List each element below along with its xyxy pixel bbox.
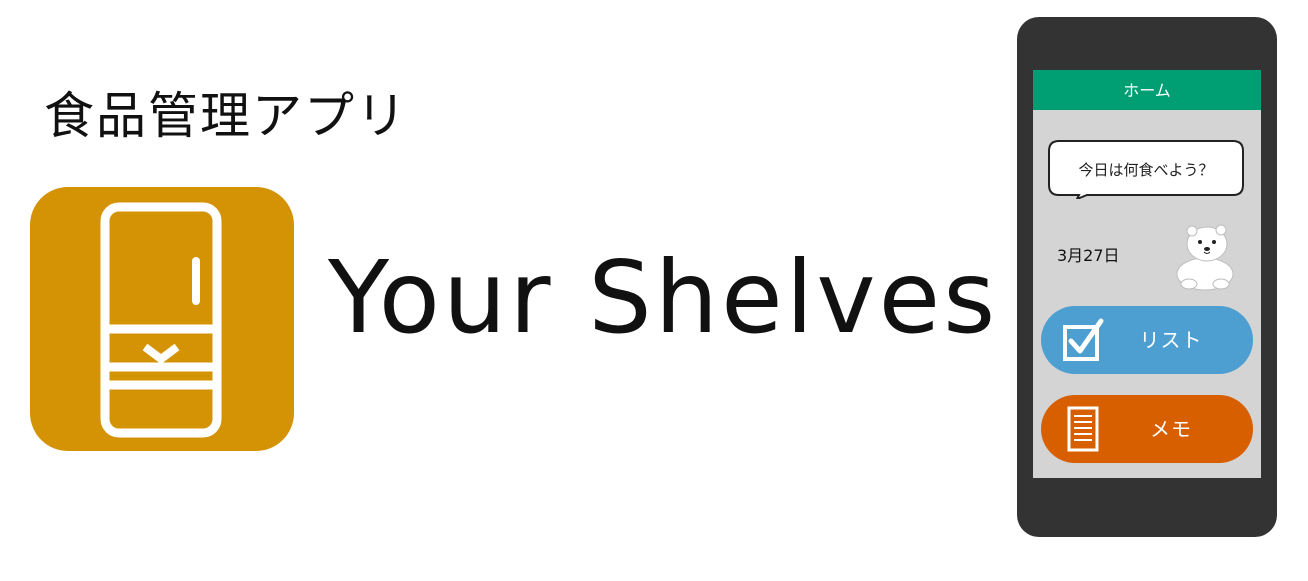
list-button[interactable]: リスト: [1041, 306, 1253, 374]
polar-bear-icon: [1176, 224, 1234, 291]
phone-mockup: ホーム 今日は何食べよう？ 3月27日 リスト メモ: [1017, 17, 1277, 537]
speech-bubble-text: 今日は何食べよう？: [1078, 161, 1214, 179]
memo-button-label: メモ: [1150, 417, 1192, 441]
phone-screen: ホーム 今日は何食べよう？ 3月27日 リスト メモ: [1033, 70, 1261, 478]
app-subtitle: 食品管理アプリ: [44, 87, 408, 145]
promo-banner: 食品管理アプリ Your Shelves ホーム 今日は何食べよう？ 3月27日: [0, 0, 1308, 581]
app-name: Your Shelves: [328, 239, 999, 356]
checkbox-icon: [1063, 318, 1104, 361]
list-button-label: リスト: [1139, 328, 1203, 352]
home-header: ホーム: [1033, 70, 1261, 110]
fridge-app-icon: [30, 187, 294, 451]
notepad-icon: [1067, 406, 1099, 452]
current-date: 3月27日: [1057, 246, 1120, 265]
memo-button[interactable]: メモ: [1041, 395, 1253, 463]
